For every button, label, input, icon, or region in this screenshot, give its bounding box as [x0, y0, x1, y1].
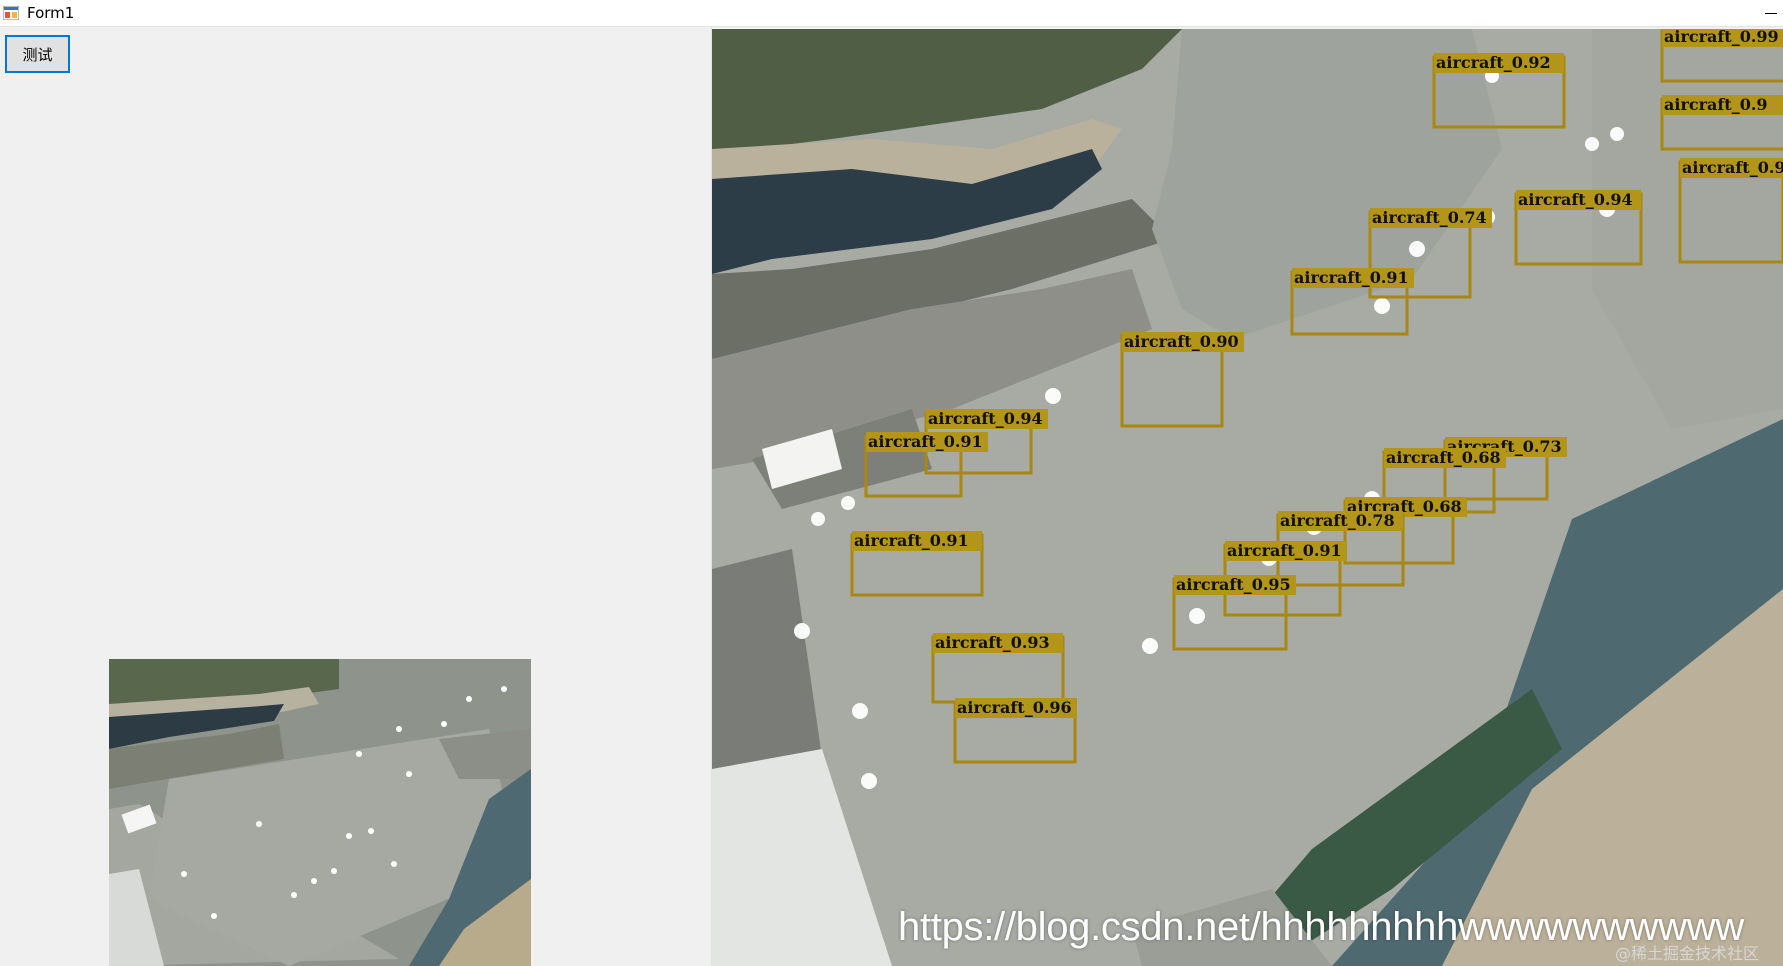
test-button[interactable]: 测试 — [5, 35, 70, 73]
detection-label: aircraft_0.91 — [868, 432, 983, 451]
detection-label: aircraft_0.68 — [1386, 448, 1501, 467]
detection-label: aircraft_0.9 — [1664, 95, 1768, 114]
detection-label: aircraft_0.78 — [1280, 511, 1395, 530]
detection-label: aircraft_0.96 — [957, 698, 1072, 717]
minimize-button[interactable] — [1759, 0, 1783, 27]
watermark-site: @稀土掘金技术社区 — [1615, 944, 1760, 963]
source-image-thumbnail — [109, 659, 531, 966]
title-bar: Form1 — [0, 0, 1783, 27]
detection-label: aircraft_0.91 — [1294, 268, 1409, 287]
detection-label: aircraft_0.90 — [1124, 332, 1239, 351]
detection-label: aircraft_0.74 — [1372, 208, 1487, 227]
detection-result-image: aircraft_0.92 aircraft_0.99 aircraft_0.9 ai… — [712, 29, 1783, 966]
window-title: Form1 — [27, 4, 75, 22]
detection-label: aircraft_0.91 — [854, 531, 969, 550]
app-form-icon — [3, 6, 19, 20]
detection-label: aircraft_0.94 — [928, 409, 1043, 428]
detection-label: aircraft_0.94 — [1518, 190, 1633, 209]
detection-label: aircraft_0.91 — [1227, 541, 1342, 560]
detection-label: aircraft_0.92 — [1436, 53, 1551, 72]
detection-label: aircraft_0.93 — [935, 633, 1050, 652]
detection-label: aircraft_0.99 — [1664, 29, 1779, 46]
detection-label: aircraft_0.9 — [1682, 158, 1783, 177]
detection-label: aircraft_0.95 — [1176, 575, 1291, 594]
